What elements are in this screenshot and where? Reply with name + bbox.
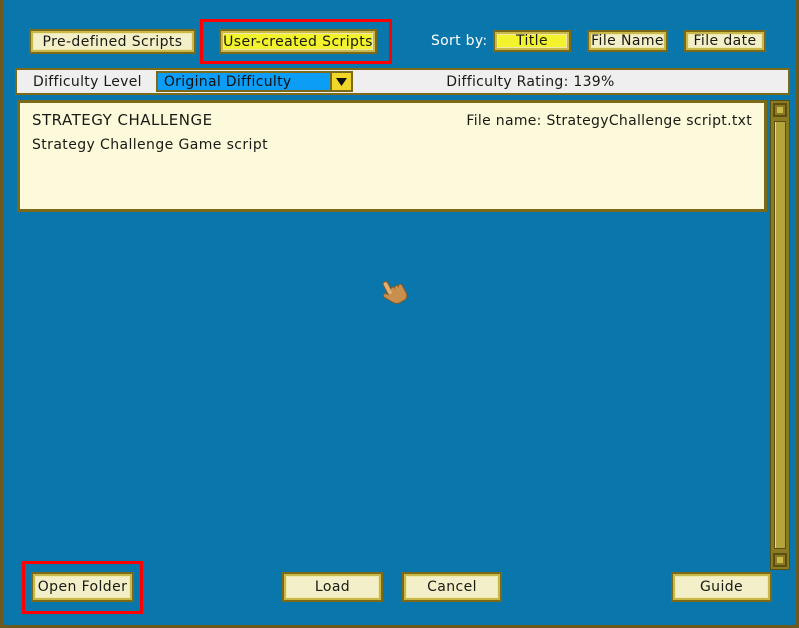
script-list-item[interactable]: STRATEGY CHALLENGE File name: StrategyCh… [17,100,767,212]
load-button[interactable]: Load [282,572,383,602]
scroll-up-icon[interactable] [773,103,787,117]
sort-by-label: Sort by: [431,33,488,49]
tab-user-created-scripts[interactable]: User-created Scripts [219,29,377,54]
script-title: STRATEGY CHALLENGE [32,111,213,129]
difficulty-level-select[interactable]: Original Difficulty [155,71,332,92]
tab-pre-defined-scripts[interactable]: Pre-defined Scripts [29,29,196,54]
pointing-hand-cursor [377,271,417,311]
difficulty-level-value: Original Difficulty [163,73,292,90]
scroll-thumb[interactable] [774,121,786,549]
load-button-label: Load [314,579,351,595]
sort-button-file-date[interactable]: File date [684,30,766,52]
tab-pre-defined-scripts-label: Pre-defined Scripts [42,33,183,50]
difficulty-bar: Difficulty Level Original Difficulty Dif… [15,68,790,95]
scroll-down-icon[interactable] [773,553,787,567]
script-list-item-header: STRATEGY CHALLENGE File name: StrategyCh… [20,103,764,129]
guide-button-label: Guide [699,579,744,595]
sort-button-file-name[interactable]: File Name [587,30,668,52]
vertical-scrollbar[interactable] [770,100,790,570]
sort-button-file-date-label: File date [693,33,757,49]
script-description: Strategy Challenge Game script [32,137,269,153]
sort-button-title-label: Title [515,33,548,49]
open-folder-button[interactable]: Open Folder [31,572,134,602]
sort-button-file-name-label: File Name [591,33,664,49]
difficulty-rating-text: Difficulty Rating: 139% [446,73,615,90]
guide-button[interactable]: Guide [671,572,772,602]
script-file-name: File name: StrategyChallenge script.txt [466,113,752,129]
script-browser-window: Pre-defined Scripts User-created Scripts… [0,0,799,628]
cancel-button-label: Cancel [427,579,477,595]
cancel-button[interactable]: Cancel [402,572,502,602]
tab-user-created-scripts-label: User-created Scripts [223,33,373,50]
sort-button-title[interactable]: Title [493,30,571,52]
chevron-down-icon[interactable] [331,71,353,92]
open-folder-button-label: Open Folder [37,579,128,595]
difficulty-level-label: Difficulty Level [33,73,142,90]
